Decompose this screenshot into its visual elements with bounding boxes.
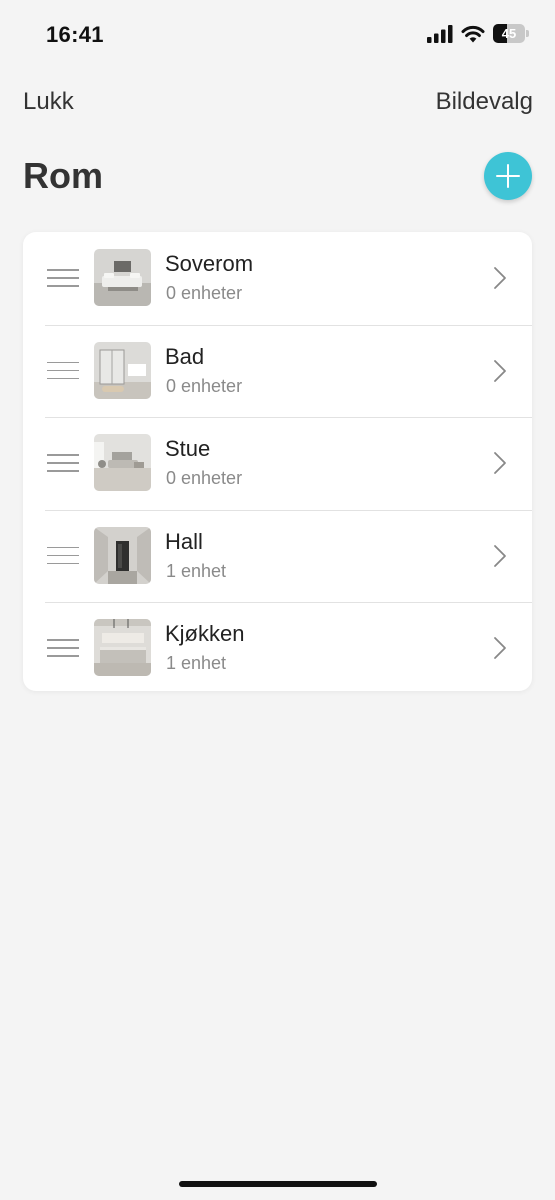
room-row[interactable]: Kjøkken 1 enhet [23,602,532,691]
room-name: Bad [165,343,205,369]
room-device-count: 0 enheter [166,375,243,396]
chevron-right-icon [494,267,506,289]
drag-handle-icon[interactable] [47,546,79,565]
battery-icon: 45 [493,24,529,43]
status-time: 16:41 [46,22,104,47]
living-room-photo [94,434,151,491]
room-device-count: 1 enhet [166,560,227,581]
room-thumbnail [94,341,151,399]
room-thumbnail [94,249,151,306]
chevron-right-icon [494,544,506,567]
room-thumbnail [94,619,151,676]
status-icons: 45 [427,24,529,43]
status-bar: 16:41 45 [0,0,555,70]
room-row[interactable]: Stue 0 enheter [23,417,532,510]
room-name: Hall [165,528,203,554]
battery-level: 45 [501,26,517,41]
drag-handle-icon[interactable] [47,454,79,472]
room-row[interactable]: Hall 1 enhet [23,509,532,603]
room-row[interactable]: Soverom 0 enheter [23,232,532,325]
room-list: Soverom 0 enheter Bad 0 enheter Stue 0 e… [23,232,532,691]
plus-icon [496,164,520,188]
room-row[interactable]: Bad 0 enheter [23,324,532,418]
room-thumbnail [94,526,151,584]
room-device-count: 0 enheter [166,468,243,488]
room-list-screen: 16:41 45 Lukk Bildevalg Rom Soverom 0 en… [0,0,555,1200]
close-button[interactable]: Lukk [23,88,74,116]
cellular-signal-icon [427,24,453,43]
hallway-photo [94,526,151,584]
drag-handle-icon[interactable] [47,269,79,287]
chevron-right-icon [494,359,506,382]
room-device-count: 1 enhet [166,653,227,673]
room-thumbnail [94,434,151,491]
home-indicator[interactable] [179,1181,377,1187]
chevron-right-icon [494,637,506,659]
kitchen-photo [94,619,151,676]
image-options-button[interactable]: Bildevalg [436,88,533,116]
chevron-right-icon [494,452,506,474]
room-name: Stue [165,436,211,461]
room-device-count: 0 enheter [166,283,243,303]
room-name: Soverom [165,251,254,276]
bathroom-photo [94,341,151,399]
add-room-button[interactable] [484,152,532,200]
wifi-icon [461,25,485,42]
room-name: Kjøkken [165,621,245,646]
drag-handle-icon[interactable] [47,639,79,657]
drag-handle-icon[interactable] [47,361,79,380]
bedroom-photo [94,249,151,306]
page-title: Rom [23,155,103,196]
